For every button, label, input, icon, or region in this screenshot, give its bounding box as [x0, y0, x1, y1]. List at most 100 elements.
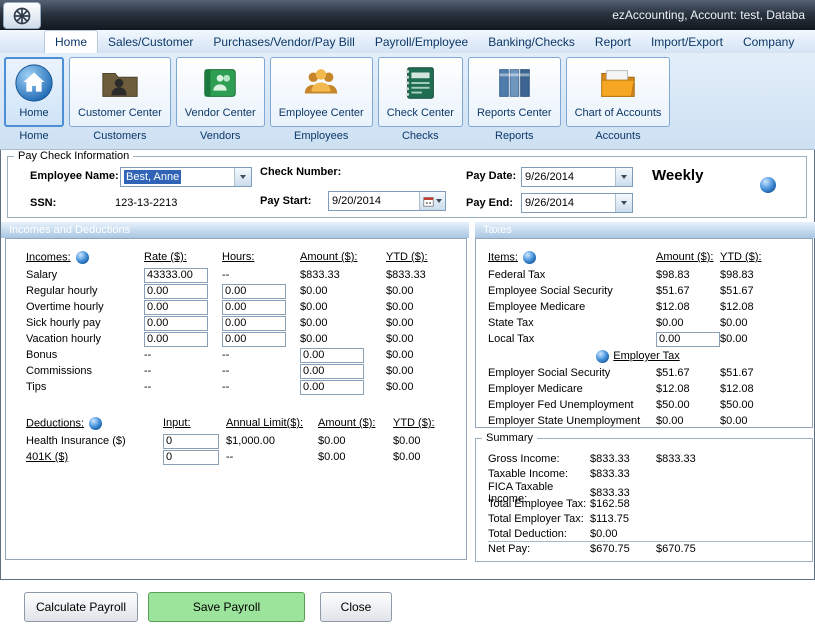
- vendor-center-button[interactable]: Vendor Center: [176, 57, 265, 127]
- tab-help[interactable]: Help: [804, 30, 815, 53]
- dropdown-arrow[interactable]: [234, 168, 251, 186]
- commissions-amount-input[interactable]: [300, 364, 364, 379]
- pay-end-combobox[interactable]: 9/26/2014: [521, 193, 633, 213]
- medicare-amount: $12.08: [656, 301, 720, 313]
- ezaccounting-window: ezAccounting, Account: test, Databa Home…: [0, 0, 815, 636]
- employer-medicare-ytd: $12.08: [720, 383, 790, 395]
- app-menu-button[interactable]: [3, 2, 41, 29]
- tax-row-employer-state-unemployment: Employer State Unemployment $0.00 $0.00: [488, 413, 812, 429]
- save-payroll-button[interactable]: Save Payroll: [148, 592, 305, 622]
- tab-import-export[interactable]: Import/Export: [641, 30, 733, 53]
- suta-amount: $0.00: [656, 415, 720, 427]
- taxable-income: $833.33: [590, 468, 656, 480]
- pay-start-datepicker[interactable]: 9/20/2014: [328, 191, 446, 211]
- vacation-hourly-hours-input[interactable]: [222, 332, 286, 347]
- help-globe-icon[interactable]: [760, 177, 776, 193]
- employer-tax-help-icon[interactable]: [596, 350, 609, 363]
- main-content: Pay Check Information Employee Name: Bes…: [0, 150, 815, 580]
- calendar-icon: [423, 196, 434, 207]
- state-tax-amount: $0.00: [656, 317, 720, 329]
- reports-center-button[interactable]: Reports Center: [468, 57, 561, 127]
- sick-hourly-hours-input[interactable]: [222, 316, 286, 331]
- toolbar-label: Customer Center: [78, 107, 162, 119]
- customer-center-button[interactable]: Customer Center: [69, 57, 171, 127]
- taxes-help-icon[interactable]: [523, 251, 536, 264]
- chart-of-accounts-icon: [597, 62, 639, 104]
- home-button[interactable]: Home: [4, 57, 64, 127]
- tips-rate: --: [144, 381, 222, 393]
- regular-hourly-rate-input[interactable]: [144, 284, 208, 299]
- employer-medicare-amount: $12.08: [656, 383, 720, 395]
- toolbar-sublabel: Employees: [294, 130, 348, 142]
- health-insurance-input[interactable]: [163, 434, 219, 449]
- employee-name-combobox[interactable]: Best, Anne: [120, 167, 252, 187]
- employer-tax-header: Employer Tax: [488, 347, 788, 365]
- tab-company[interactable]: Company: [733, 30, 804, 53]
- bonus-ytd: $0.00: [386, 349, 456, 361]
- net-pay: $670.75: [590, 543, 656, 555]
- summary-row-gross-income: Gross Income: $833.33 $833.33: [488, 451, 812, 466]
- pay-end-label: Pay End:: [466, 197, 513, 209]
- ss-amount: $51.67: [656, 285, 720, 297]
- toolbar-sublabel: Accounts: [595, 130, 640, 142]
- bonus-rate: --: [144, 349, 222, 361]
- dropdown-arrow[interactable]: [615, 168, 632, 186]
- commissions-ytd: $0.00: [386, 365, 456, 377]
- row-label: Employer Fed Unemployment: [488, 399, 656, 411]
- check-center-button[interactable]: Check Center: [378, 57, 463, 127]
- overtime-hourly-rate-input[interactable]: [144, 300, 208, 315]
- menu-bar: Home Sales/Customer Purchases/Vendor/Pay…: [0, 30, 815, 53]
- local-tax-ytd: $0.00: [720, 333, 790, 345]
- 401k-input[interactable]: [163, 450, 219, 465]
- toolbar-employee-center: Employee Center Employees: [270, 57, 373, 142]
- deductions-help-icon[interactable]: [89, 417, 102, 430]
- tab-banking-checks[interactable]: Banking/Checks: [478, 30, 585, 53]
- sick-hourly-rate-input[interactable]: [144, 316, 208, 331]
- incomes-help-icon[interactable]: [76, 251, 89, 264]
- health-insurance-amount: $0.00: [318, 435, 393, 447]
- reports-center-icon: [493, 62, 535, 104]
- row-label: Net Pay:: [488, 543, 590, 555]
- chart-of-accounts-button[interactable]: Chart of Accounts: [566, 57, 671, 127]
- pay-date-combobox[interactable]: 9/26/2014: [521, 167, 633, 187]
- overtime-hourly-hours-input[interactable]: [222, 300, 286, 315]
- col-annual-limit: Annual Limit($):: [226, 417, 318, 429]
- tab-report[interactable]: Report: [585, 30, 641, 53]
- close-button[interactable]: Close: [320, 592, 392, 622]
- col-input: Input:: [163, 417, 226, 429]
- income-row-tips: Tips -- -- $0.00: [26, 379, 466, 395]
- calculate-payroll-button[interactable]: Calculate Payroll: [24, 592, 138, 622]
- local-tax-input[interactable]: [656, 332, 720, 347]
- vacation-hourly-rate-input[interactable]: [144, 332, 208, 347]
- check-center-icon: [399, 62, 441, 104]
- tab-payroll-employee[interactable]: Payroll/Employee: [365, 30, 478, 53]
- tab-home[interactable]: Home: [44, 30, 98, 53]
- ssn-value: 123-13-2213: [115, 197, 177, 209]
- row-label: Employer State Unemployment: [488, 415, 656, 427]
- ss-ytd: $51.67: [720, 285, 790, 297]
- tax-row-federal: Federal Tax $98.83 $98.83: [488, 267, 812, 283]
- summary-row-taxable-income: Taxable Income: $833.33: [488, 466, 812, 481]
- dropdown-arrow[interactable]: [615, 194, 632, 212]
- gross-income-ytd: $833.33: [656, 453, 726, 465]
- employee-center-icon: [300, 62, 342, 104]
- col-ytd: YTD ($):: [720, 251, 790, 263]
- income-row-vacation-hourly: Vacation hourly $0.00 $0.00: [26, 331, 466, 347]
- ssn-label: SSN:: [30, 197, 56, 209]
- vacation-hourly-ytd: $0.00: [386, 333, 456, 345]
- incomes-deductions-header: Incomes and Deductions: [1, 222, 469, 238]
- items-label: Items:: [488, 251, 518, 263]
- calendar-dropdown-button[interactable]: [419, 192, 445, 210]
- tips-amount-input[interactable]: [300, 380, 364, 395]
- incomes-deductions-panel: Incomes: Rate ($): Hours: Amount ($): YT…: [5, 238, 467, 560]
- regular-hourly-hours-input[interactable]: [222, 284, 286, 299]
- 401k-ytd: $0.00: [393, 451, 463, 463]
- bonus-amount-input[interactable]: [300, 348, 364, 363]
- federal-tax-amount: $98.83: [656, 269, 720, 281]
- tab-sales-customer[interactable]: Sales/Customer: [98, 30, 203, 53]
- tab-purchases-vendor-pay-bill[interactable]: Purchases/Vendor/Pay Bill: [203, 30, 364, 53]
- row-label: State Tax: [488, 317, 656, 329]
- salary-rate-input[interactable]: [144, 268, 208, 283]
- check-number-label: Check Number:: [260, 166, 341, 178]
- employee-center-button[interactable]: Employee Center: [270, 57, 373, 127]
